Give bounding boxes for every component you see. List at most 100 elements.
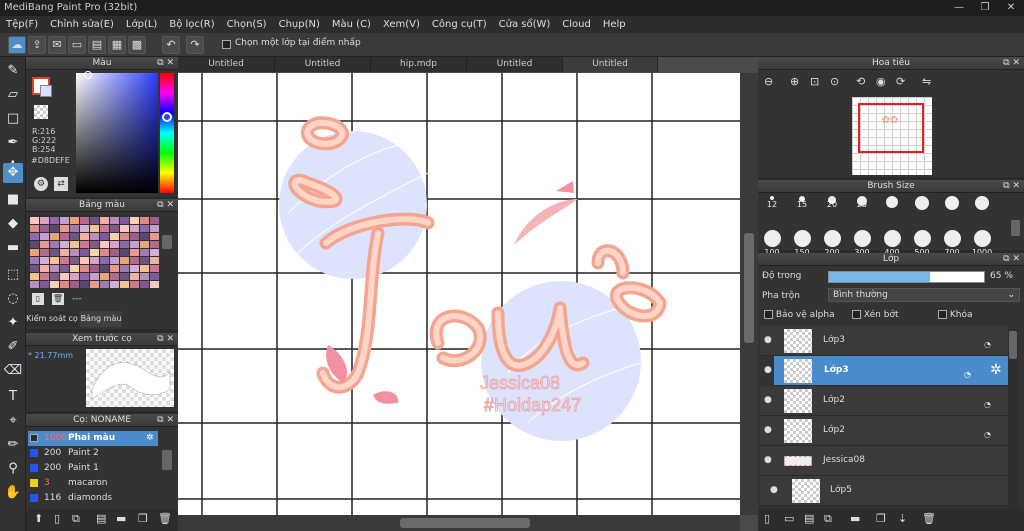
brush-size-scrollbar[interactable]: [1011, 220, 1020, 236]
palette-swatch[interactable]: [30, 281, 39, 288]
palette-swatch[interactable]: [70, 257, 79, 264]
horizontal-scrollbar[interactable]: [178, 515, 740, 531]
folder-icon[interactable]: ▬: [116, 512, 126, 525]
palette-swatch[interactable]: [150, 233, 159, 240]
add-layer-menu-icon[interactable]: ⧉: [824, 512, 832, 526]
picker-cursor[interactable]: [84, 71, 92, 79]
palette-swatch[interactable]: [150, 217, 159, 224]
palette-swatch[interactable]: [80, 249, 89, 256]
divide-icon[interactable]: ⌖: [3, 411, 23, 431]
brush-size-dot[interactable]: [823, 230, 841, 247]
layer-row[interactable]: ● Jessica08: [760, 446, 1008, 476]
swap-color-icon[interactable]: ⇄: [54, 177, 68, 191]
palette-swatch[interactable]: [50, 241, 59, 248]
palette-swatch[interactable]: [70, 249, 79, 256]
palette-swatch[interactable]: [140, 265, 149, 272]
palette-swatch[interactable]: [90, 241, 99, 248]
doc-tab[interactable]: hip.mdp: [371, 57, 467, 72]
document-icon[interactable]: ▤: [88, 36, 106, 54]
bucket-icon[interactable]: ◆: [3, 214, 23, 234]
lasso-icon[interactable]: ◌: [3, 289, 23, 309]
palette-swatch[interactable]: [100, 233, 109, 240]
menu-tools[interactable]: Công cụ(T): [426, 19, 493, 30]
palette-swatch[interactable]: [30, 241, 39, 248]
select-layer-checkbox[interactable]: [222, 39, 231, 50]
palette-swatch[interactable]: [30, 233, 39, 240]
palette-scrollbar[interactable]: [162, 235, 172, 249]
palette-swatch[interactable]: [50, 273, 59, 280]
navigator-close-icon[interactable]: ⧉ ✕: [1003, 57, 1020, 70]
layer-scroll-thumb[interactable]: [1009, 331, 1017, 359]
brush-settings-icon[interactable]: ✲: [146, 431, 154, 446]
brush-size-dot[interactable]: [913, 230, 931, 247]
palette-swatch[interactable]: [40, 257, 49, 264]
folder-icon[interactable]: ▬: [850, 512, 860, 525]
palette-swatch[interactable]: [130, 217, 139, 224]
palette-swatch[interactable]: [60, 273, 69, 280]
palette-swatch[interactable]: [40, 281, 49, 288]
brush-name[interactable]: diamonds: [68, 491, 112, 506]
layer-row[interactable]: ● Lớp2 ◔: [760, 416, 1008, 446]
palette-swatch[interactable]: [150, 241, 159, 248]
palette-swatch[interactable]: [30, 273, 39, 280]
palette-swatch[interactable]: [30, 217, 39, 224]
palette-swatch[interactable]: [140, 241, 149, 248]
palette-swatch[interactable]: [130, 273, 139, 280]
palette-swatch[interactable]: [50, 225, 59, 232]
vertical-scroll-thumb[interactable]: [744, 233, 754, 343]
palette-swatch[interactable]: [120, 225, 129, 232]
tab-brush-control[interactable]: Kiểm soát cọ: [26, 311, 78, 327]
dropper-icon[interactable]: ⚲: [3, 459, 23, 479]
palette-swatch[interactable]: [50, 265, 59, 272]
protect-alpha-checkbox[interactable]: Bảo vệ alpha: [764, 310, 835, 320]
select-pen-icon[interactable]: ✐: [3, 337, 23, 357]
layer-row[interactable]: ● Lớp5: [760, 476, 1008, 506]
palette-swatch[interactable]: [150, 249, 159, 256]
eye-icon[interactable]: ●: [770, 485, 778, 495]
palette-swatch[interactable]: [140, 233, 149, 240]
layer-settings-icon[interactable]: ✲: [990, 362, 1002, 378]
palette-swatch[interactable]: [110, 217, 119, 224]
brush-size-dot[interactable]: [853, 230, 871, 247]
palette-swatch[interactable]: [100, 265, 109, 272]
brush-size-close-icon[interactable]: ⧉ ✕: [1003, 180, 1020, 193]
hue-slider[interactable]: [160, 73, 174, 193]
palette-swatch[interactable]: [70, 281, 79, 288]
eye-icon[interactable]: ●: [764, 365, 772, 375]
palette-swatch[interactable]: [90, 281, 99, 288]
palette-swatch[interactable]: [150, 281, 159, 288]
eye-icon[interactable]: ●: [764, 425, 772, 435]
palette-swatch[interactable]: [70, 265, 79, 272]
palette-swatch[interactable]: [140, 257, 149, 264]
brush-settings-menu-icon[interactable]: ▤: [96, 512, 106, 525]
palette-swatch[interactable]: [40, 249, 49, 256]
palette-swatch[interactable]: [80, 241, 89, 248]
palette-swatch[interactable]: [30, 257, 39, 264]
palette-swatch[interactable]: [70, 233, 79, 240]
palette-swatch[interactable]: [130, 233, 139, 240]
brush-name[interactable]: Paint 1: [68, 461, 99, 476]
flip-icon[interactable]: ⇋: [922, 75, 931, 88]
palette-swatch[interactable]: [40, 225, 49, 232]
doc-tab-active[interactable]: Untitled: [563, 57, 658, 72]
pen-icon[interactable]: ✒: [3, 133, 23, 153]
dot-icon[interactable]: □: [3, 109, 23, 129]
palette-swatch[interactable]: [130, 249, 139, 256]
navigator-thumbnail[interactable]: ✿✿: [852, 97, 932, 175]
blend-mode-select[interactable]: Bình thường ⌄: [828, 288, 1020, 302]
palette-swatch[interactable]: [150, 265, 159, 272]
palette-swatch[interactable]: [120, 265, 129, 272]
palette-swatch[interactable]: [60, 257, 69, 264]
palette-swatch[interactable]: [70, 241, 79, 248]
palette-swatch[interactable]: [140, 217, 149, 224]
fill-shape-icon[interactable]: ■: [3, 190, 23, 210]
palette-swatch[interactable]: [40, 217, 49, 224]
brush-size-dot[interactable]: [793, 230, 811, 247]
share-icon[interactable]: ⇪: [28, 36, 46, 54]
brush-preview-close-icon[interactable]: ⧉ ✕: [157, 333, 174, 346]
palette-swatch[interactable]: [90, 265, 99, 272]
menu-select[interactable]: Chọn(S): [221, 19, 273, 30]
opacity-slider[interactable]: [828, 271, 985, 283]
palette-swatch[interactable]: [110, 241, 119, 248]
undo-icon[interactable]: ↶: [162, 36, 180, 54]
